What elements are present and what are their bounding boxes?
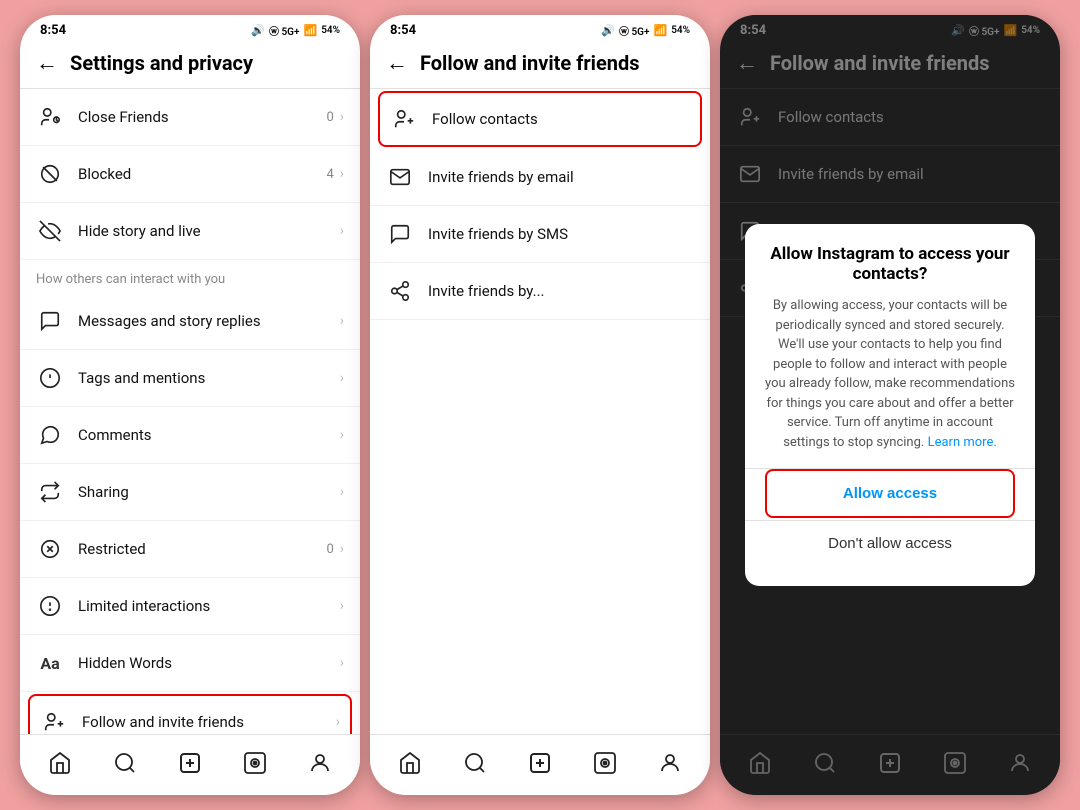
dialog-body: By allowing access, your contacts will b…	[765, 296, 1015, 452]
close-friends-label: Close Friends	[78, 108, 326, 126]
close-friends-badge: 0	[326, 110, 333, 125]
chevron-icon: ›	[340, 598, 344, 614]
sharing-icon	[36, 478, 64, 506]
time-1: 8:54	[40, 23, 66, 38]
follow-friends-label: Follow and invite friends	[82, 713, 336, 731]
menu-item-follow-contacts[interactable]: Follow contacts	[378, 91, 702, 147]
tags-icon	[36, 364, 64, 392]
invite-other-label: Invite friends by...	[428, 282, 694, 300]
comments-icon	[36, 421, 64, 449]
menu-item-messages[interactable]: Messages and story replies ›	[20, 293, 360, 350]
menu-item-invite-email[interactable]: Invite friends by email	[370, 149, 710, 206]
blocked-badge: 4	[326, 167, 333, 182]
phone1: 8:54 🔊 ⓦ 5G+ 📶 54% ← Settings and privac…	[20, 15, 360, 795]
nav-search[interactable]	[454, 745, 496, 781]
hide-story-icon	[36, 217, 64, 245]
close-friends-icon	[36, 103, 64, 131]
invite-other-icon	[386, 277, 414, 305]
menu-item-restricted[interactable]: Restricted 0 ›	[20, 521, 360, 578]
menu-item-limited[interactable]: Limited interactions ›	[20, 578, 360, 635]
menu-item-blocked[interactable]: Blocked 4 ›	[20, 146, 360, 203]
follow-contacts-label: Follow contacts	[432, 110, 690, 128]
nav-home[interactable]	[389, 745, 431, 781]
nav-home[interactable]	[39, 745, 81, 781]
nav-search[interactable]	[104, 745, 146, 781]
allow-access-button[interactable]: Allow access	[765, 469, 1015, 518]
header-2: ← Follow and invite friends	[370, 42, 710, 89]
learn-more-link[interactable]: Learn more.	[928, 435, 997, 450]
blocked-label: Blocked	[78, 165, 326, 183]
hide-story-label: Hide story and live	[78, 222, 340, 240]
chevron-icon: ›	[340, 166, 344, 182]
status-icons-2: 🔊 ⓦ 5G+ 📶 54%	[601, 23, 690, 38]
back-button-2[interactable]: ←	[386, 50, 408, 76]
sharing-label: Sharing	[78, 483, 340, 501]
chevron-icon: ›	[340, 484, 344, 500]
comments-label: Comments	[78, 426, 340, 444]
content-1: Close Friends 0 › Blocked 4 › Hide story…	[20, 89, 360, 734]
phone3: 8:54 🔊 ⓦ 5G+ 📶 54% ← Follow and invite f…	[720, 15, 1060, 795]
chevron-icon: ›	[340, 541, 344, 557]
menu-item-close-friends[interactable]: Close Friends 0 ›	[20, 89, 360, 146]
dialog-overlay: Allow Instagram to access your contacts?…	[720, 15, 1060, 795]
follow-friends-icon	[40, 708, 68, 734]
status-icons-1: 🔊 ⓦ 5G+ 📶 54%	[251, 23, 340, 38]
section-interact: How others can interact with you	[20, 260, 360, 293]
nav-reels[interactable]	[584, 745, 626, 781]
menu-item-follow-friends[interactable]: Follow and invite friends ›	[28, 694, 352, 734]
menu-item-invite-other[interactable]: Invite friends by...	[370, 263, 710, 320]
nav-reels[interactable]	[234, 745, 276, 781]
time-2: 8:54	[390, 23, 416, 38]
tags-label: Tags and mentions	[78, 369, 340, 387]
status-bar-1: 8:54 🔊 ⓦ 5G+ 📶 54%	[20, 15, 360, 42]
chevron-icon: ›	[336, 714, 340, 730]
restricted-icon	[36, 535, 64, 563]
menu-item-invite-sms[interactable]: Invite friends by SMS	[370, 206, 710, 263]
content-2: Follow contacts Invite friends by email …	[370, 89, 710, 734]
back-button-1[interactable]: ←	[36, 50, 58, 76]
deny-access-button[interactable]: Don't allow access	[765, 521, 1015, 566]
bottom-nav-2	[370, 734, 710, 795]
limited-icon	[36, 592, 64, 620]
invite-sms-icon	[386, 220, 414, 248]
dialog-body-text: By allowing access, your contacts will b…	[765, 298, 1015, 450]
menu-item-comments[interactable]: Comments ›	[20, 407, 360, 464]
hidden-words-label: Hidden Words	[78, 654, 340, 672]
chevron-icon: ›	[340, 109, 344, 125]
menu-item-hide-story[interactable]: Hide story and live ›	[20, 203, 360, 260]
invite-email-label: Invite friends by email	[428, 168, 694, 186]
contacts-dialog: Allow Instagram to access your contacts?…	[745, 224, 1035, 586]
blocked-icon	[36, 160, 64, 188]
bottom-nav-1	[20, 734, 360, 795]
phone2: 8:54 🔊 ⓦ 5G+ 📶 54% ← Follow and invite f…	[370, 15, 710, 795]
hidden-words-icon: Aa	[36, 649, 64, 677]
chevron-icon: ›	[340, 370, 344, 386]
dialog-title: Allow Instagram to access your contacts?	[765, 244, 1015, 284]
page-title-1: Settings and privacy	[70, 51, 253, 75]
nav-add[interactable]	[519, 745, 561, 781]
restricted-label: Restricted	[78, 540, 326, 558]
menu-item-hidden-words[interactable]: Aa Hidden Words ›	[20, 635, 360, 692]
menu-item-tags[interactable]: Tags and mentions ›	[20, 350, 360, 407]
page-title-2: Follow and invite friends	[420, 51, 640, 75]
nav-add[interactable]	[169, 745, 211, 781]
nav-profile[interactable]	[299, 745, 341, 781]
follow-contacts-icon	[390, 105, 418, 133]
chevron-icon: ›	[340, 427, 344, 443]
chevron-icon: ›	[340, 313, 344, 329]
invite-email-icon	[386, 163, 414, 191]
invite-sms-label: Invite friends by SMS	[428, 225, 694, 243]
chevron-icon: ›	[340, 655, 344, 671]
restricted-badge: 0	[326, 542, 333, 557]
messages-icon	[36, 307, 64, 335]
status-bar-2: 8:54 🔊 ⓦ 5G+ 📶 54%	[370, 15, 710, 42]
header-1: ← Settings and privacy	[20, 42, 360, 89]
limited-label: Limited interactions	[78, 597, 340, 615]
menu-item-sharing[interactable]: Sharing ›	[20, 464, 360, 521]
chevron-icon: ›	[340, 223, 344, 239]
nav-profile[interactable]	[649, 745, 691, 781]
messages-label: Messages and story replies	[78, 312, 340, 330]
